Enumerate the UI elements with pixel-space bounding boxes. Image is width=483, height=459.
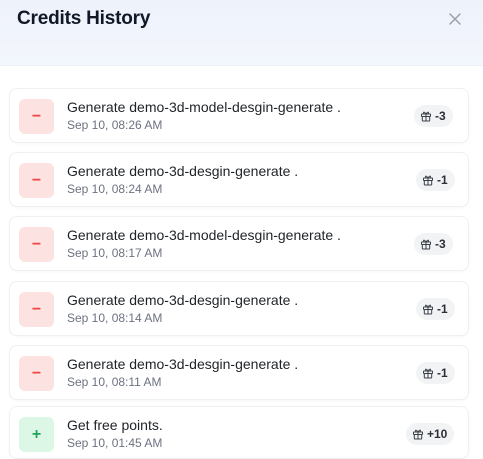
close-button[interactable]	[444, 8, 466, 30]
gift-icon	[421, 239, 431, 250]
credit-amount-badge: -3	[414, 105, 453, 127]
gift-icon	[421, 111, 431, 122]
gift-icon	[423, 368, 433, 379]
debit-icon: −	[19, 227, 54, 262]
amount-value: +10	[427, 427, 448, 441]
amount-value: -1	[437, 173, 448, 187]
credit-amount-badge: -3	[414, 233, 453, 255]
debit-icon: −	[19, 163, 54, 198]
debit-icon: −	[19, 292, 54, 327]
amount-value: -1	[437, 302, 448, 316]
item-description: Generate demo-3d-model-desgin-generate .	[67, 227, 341, 243]
credit-icon: +	[19, 417, 54, 452]
amount-value: -1	[437, 366, 448, 380]
amount-value: -3	[435, 109, 446, 123]
amount-value: -3	[435, 237, 446, 251]
panel-title: Credits History	[17, 8, 151, 29]
list-item: − Generate demo-3d-desgin-generate . Sep…	[9, 281, 469, 336]
item-description: Generate demo-3d-model-desgin-generate .	[67, 99, 341, 115]
item-description: Generate demo-3d-desgin-generate .	[67, 292, 299, 308]
credits-history-panel: Credits History − Generate demo-3d-model…	[0, 0, 483, 459]
item-description: Generate demo-3d-desgin-generate .	[67, 356, 299, 372]
gift-icon	[413, 429, 423, 440]
item-timestamp: Sep 10, 08:17 AM	[67, 246, 163, 260]
credit-amount-badge: -1	[416, 362, 455, 384]
list-item: − Generate demo-3d-desgin-generate . Sep…	[9, 345, 469, 400]
gift-icon	[423, 304, 433, 315]
credit-amount-badge: +10	[406, 423, 455, 445]
debit-icon: −	[19, 356, 54, 391]
item-timestamp: Sep 10, 08:24 AM	[67, 182, 163, 196]
list-item: − Generate demo-3d-desgin-generate . Sep…	[9, 152, 469, 207]
debit-icon: −	[19, 99, 54, 134]
item-timestamp: Sep 10, 01:45 AM	[67, 436, 163, 450]
item-description: Get free points.	[67, 417, 163, 433]
list-item: − Generate demo-3d-model-desgin-generate…	[9, 216, 469, 271]
credit-amount-badge: -1	[416, 169, 455, 191]
item-description: Generate demo-3d-desgin-generate .	[67, 163, 299, 179]
item-timestamp: Sep 10, 08:14 AM	[67, 311, 163, 325]
item-timestamp: Sep 10, 08:26 AM	[67, 118, 163, 132]
list-item: + Get free points. Sep 10, 01:45 AM +10	[9, 406, 469, 459]
credit-amount-badge: -1	[416, 298, 455, 320]
list-item: − Generate demo-3d-model-desgin-generate…	[9, 88, 469, 143]
item-timestamp: Sep 10, 08:11 AM	[67, 375, 162, 389]
gift-icon	[423, 175, 433, 186]
close-icon	[449, 13, 461, 25]
panel-header: Credits History	[0, 0, 483, 66]
